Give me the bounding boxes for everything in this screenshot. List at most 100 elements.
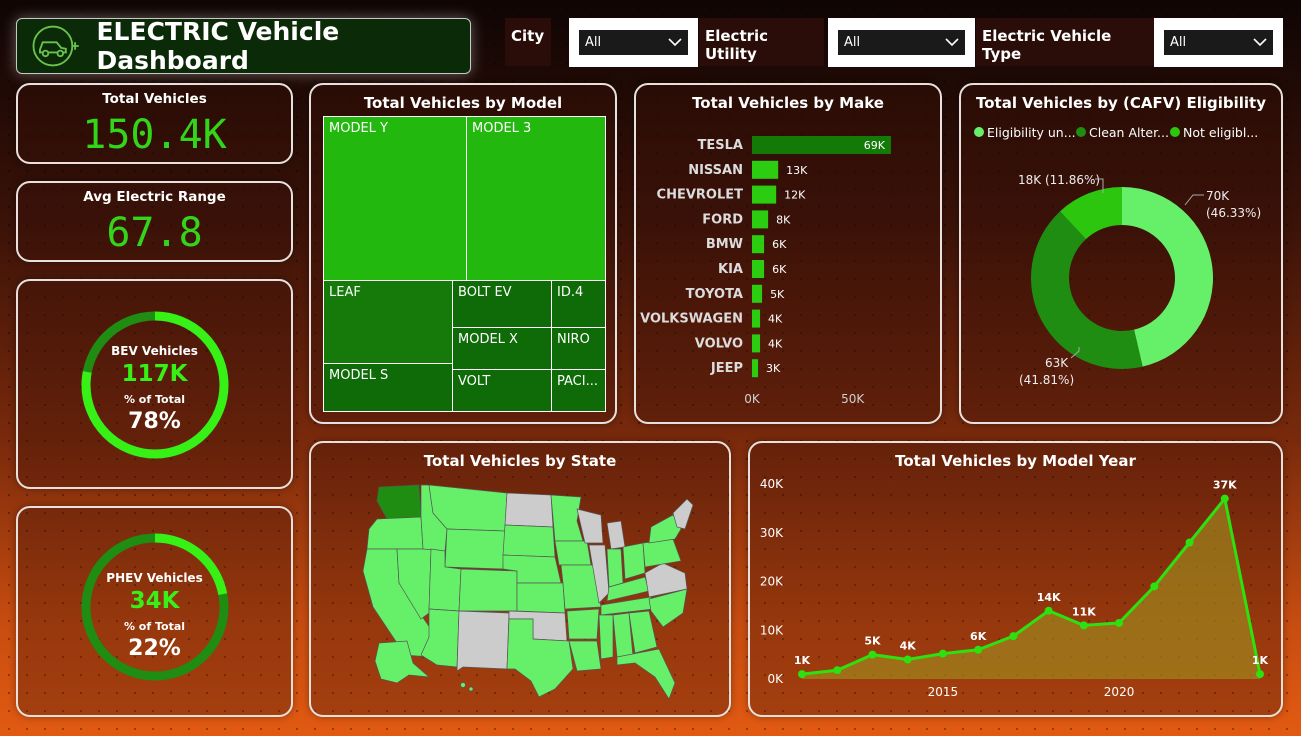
utility-dropdown-value: All <box>844 35 861 50</box>
bar-data-label: 69K <box>864 139 886 152</box>
model-treemap-card: Total Vehicles by Model MODEL Y MODEL 3 … <box>309 83 617 424</box>
kpi-value: 67.8 <box>106 210 203 256</box>
data-point <box>1079 621 1088 630</box>
ring-pct-label: % of Total <box>123 393 186 406</box>
map-state-new-mexico[interactable] <box>456 610 510 672</box>
ring-value: 117K <box>121 361 188 387</box>
bar <box>752 284 763 303</box>
eligibility-donut-card: Total Vehicles by (CAFV) Eligibility Eli… <box>959 83 1283 424</box>
slice-label: 63K <box>1045 356 1069 370</box>
map-state-south-dakota[interactable] <box>502 524 556 558</box>
phev-card: PHEV Vehicles 34K % of Total 22% <box>16 506 293 717</box>
treemap-tile-model-y[interactable]: MODEL Y <box>323 116 467 281</box>
slice-pct-label: (46.33%) <box>1206 206 1261 220</box>
y-tick-label: 30K <box>760 526 784 540</box>
map-state-michigan[interactable] <box>606 520 626 550</box>
map-state-kansas[interactable] <box>516 582 566 614</box>
ev-type-slicer[interactable]: All <box>1154 18 1283 67</box>
ev-car-plug-icon <box>32 25 79 67</box>
bar-data-label: 4K <box>768 337 783 350</box>
page-title: ELECTRIC Vehicle Dashboard <box>96 17 340 75</box>
treemap-tile-id4[interactable]: ID.4 <box>551 280 606 328</box>
slice-label: 70K <box>1206 189 1230 203</box>
map-state-colorado[interactable] <box>458 568 518 612</box>
treemap-tile-paci[interactable]: PACI... <box>551 369 606 412</box>
legend-label: Eligibility un... <box>987 125 1076 140</box>
map-state-new-england[interactable] <box>672 498 694 530</box>
ev-type-slicer-label: Electric Vehicle Type <box>976 18 1154 66</box>
chevron-down-icon <box>1253 38 1267 47</box>
leader-line <box>1184 194 1204 206</box>
map-state-arkansas[interactable] <box>566 608 600 640</box>
x-tick-label: 2020 <box>1104 685 1135 699</box>
map-state-north-dakota[interactable] <box>504 492 554 528</box>
city-dropdown-value: All <box>585 35 602 50</box>
dashboard-title-box: ELECTRIC Vehicle Dashboard <box>16 17 471 75</box>
map-state-wyoming[interactable] <box>444 528 506 570</box>
data-point <box>1220 494 1229 503</box>
y-tick-label: 40K <box>760 477 784 491</box>
bar <box>752 185 777 204</box>
bar-category-label: TOYOTA <box>686 287 743 302</box>
bar <box>752 235 765 254</box>
data-label: 11K <box>1072 605 1096 618</box>
map-state-washington[interactable] <box>376 484 422 520</box>
bar-data-label: 8K <box>776 213 791 226</box>
data-label: 37K <box>1213 479 1237 492</box>
bar-data-label: 3K <box>766 362 781 375</box>
map-state-louisiana[interactable] <box>568 640 602 672</box>
chart-title: Total Vehicles by Model <box>363 94 563 112</box>
treemap-tile-volt[interactable]: VOLT <box>452 369 552 412</box>
map-state-iowa[interactable] <box>554 540 592 566</box>
map-state-mississippi[interactable] <box>598 614 614 660</box>
treemap-tile-model-3[interactable]: MODEL 3 <box>466 116 606 281</box>
legend-marker <box>1170 127 1180 137</box>
us-state-map[interactable] <box>311 443 729 715</box>
map-state-hawaii[interactable] <box>460 682 466 688</box>
legend-marker <box>1076 127 1086 137</box>
treemap-tile-model-x[interactable]: MODEL X <box>452 327 552 370</box>
y-tick-label: 0K <box>767 672 784 686</box>
data-point <box>833 666 842 675</box>
data-point <box>1044 606 1053 615</box>
bar-category-label: BMW <box>706 237 743 252</box>
ring-pct-label: % of Total <box>123 620 186 633</box>
ev-type-dropdown-value: All <box>1170 35 1187 50</box>
map-state-oregon[interactable] <box>366 516 424 550</box>
city-slicer-label: City <box>505 18 551 66</box>
bar <box>752 210 769 229</box>
ring-value: 34K <box>129 588 180 614</box>
bar <box>752 359 759 378</box>
data-point <box>1115 618 1124 627</box>
treemap-tile-leaf[interactable]: LEAF <box>323 280 453 364</box>
bar-data-label: 6K <box>772 238 787 251</box>
y-tick-label: 20K <box>760 575 784 589</box>
treemap-tile-niro[interactable]: NIRO <box>551 327 606 370</box>
bar <box>752 334 761 353</box>
map-state-minnesota[interactable] <box>550 494 584 542</box>
ev-type-dropdown[interactable]: All <box>1164 30 1273 55</box>
x-tick-label: 2015 <box>928 685 959 699</box>
data-point <box>938 649 947 658</box>
map-state-florida[interactable] <box>616 648 676 700</box>
data-point <box>868 650 877 659</box>
kpi-label: Avg Electric Range <box>83 189 226 205</box>
make-bar-card: Total Vehicles by Make TESLA 69K NISSAN 13K… <box>634 83 942 424</box>
city-slicer[interactable]: All <box>569 18 698 67</box>
utility-slicer[interactable]: All <box>828 18 975 67</box>
city-dropdown[interactable]: All <box>579 30 688 55</box>
map-state-indiana[interactable] <box>606 548 624 588</box>
ring-pct: 22% <box>128 636 181 661</box>
map-state-hawaii-island[interactable] <box>468 686 474 692</box>
utility-dropdown[interactable]: All <box>838 30 965 55</box>
treemap-tile-bolt-ev[interactable]: BOLT EV <box>452 280 552 328</box>
treemap-tile-model-s[interactable]: MODEL S <box>323 363 453 412</box>
state-map-card: Total Vehicles by State <box>309 441 731 717</box>
bar <box>752 160 779 179</box>
map-state-ohio[interactable] <box>622 542 646 580</box>
ring-label: BEV Vehicles <box>111 344 198 358</box>
bar-category-label: VOLKSWAGEN <box>640 312 743 327</box>
data-point <box>1185 538 1194 547</box>
map-state-georgia[interactable] <box>628 610 658 654</box>
slice-pct-label: (41.81%) <box>1019 373 1074 387</box>
